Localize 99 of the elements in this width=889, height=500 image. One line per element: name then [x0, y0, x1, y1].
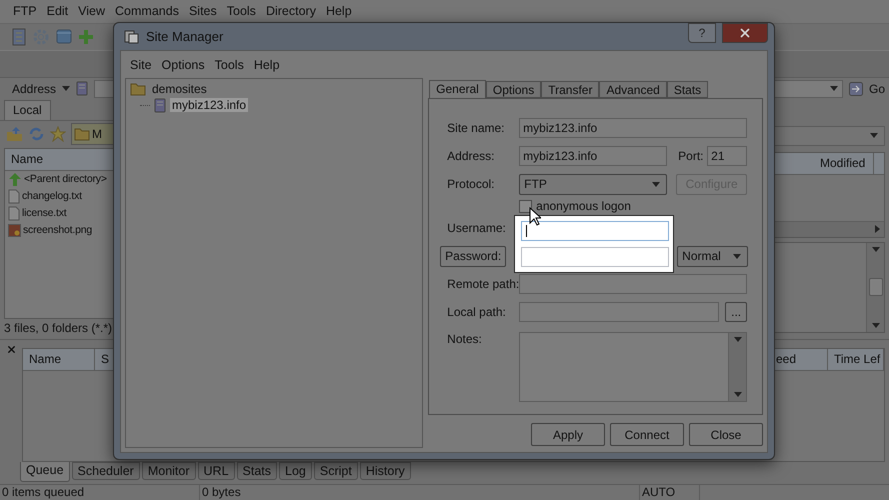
tree-item[interactable]: demosites — [150, 82, 209, 96]
notes-field[interactable] — [519, 332, 748, 402]
scrollbar-thumb[interactable] — [868, 278, 882, 296]
image-file-icon — [8, 224, 21, 237]
menu-item[interactable]: Tools — [210, 58, 249, 72]
field-label: Username: — [447, 221, 507, 235]
menu-item[interactable]: Commands — [110, 4, 184, 18]
file-name[interactable]: license.txt — [22, 207, 66, 220]
window-icon[interactable] — [56, 29, 72, 44]
file-name[interactable]: changelog.txt — [22, 190, 82, 202]
input-field[interactable] — [519, 274, 748, 294]
menu-item[interactable]: Site — [125, 58, 157, 72]
dropdown[interactable]: FTP — [519, 174, 668, 194]
status-text: 0 bytes — [200, 485, 640, 500]
field-label: Local path: — [447, 305, 507, 319]
folder-icon — [74, 127, 90, 142]
caret-icon — [830, 86, 838, 92]
caret-icon — [734, 337, 742, 342]
caret-icon — [734, 392, 742, 397]
password-field[interactable] — [521, 247, 670, 267]
menu-item[interactable]: Edit — [42, 4, 74, 18]
field-label: Remote path: — [447, 277, 520, 291]
caret-icon — [733, 254, 742, 258]
caret-icon — [872, 246, 880, 252]
dialog-button[interactable]: Connect — [610, 423, 684, 446]
field-label: Protocol: — [447, 177, 496, 191]
dropdown[interactable]: Normal — [677, 246, 748, 266]
caret-icon — [872, 322, 880, 328]
up-folder-icon[interactable] — [6, 126, 23, 142]
menu-item[interactable]: Sites — [184, 4, 222, 18]
file-name[interactable]: <Parent directory> — [24, 173, 107, 186]
panel-tab[interactable]: Scheduler — [72, 462, 140, 480]
address-label[interactable]: Address — [12, 82, 56, 96]
go-label[interactable]: Go — [868, 82, 885, 96]
menu-item[interactable]: Help — [320, 4, 357, 18]
star-icon[interactable] — [50, 126, 66, 142]
file-name[interactable]: screenshot.png — [23, 224, 92, 236]
dialog-button[interactable]: Apply — [531, 423, 605, 446]
tree-item[interactable]: mybiz123.info — [170, 98, 248, 112]
tab[interactable]: Advanced — [599, 81, 667, 98]
right-arrow-icon — [875, 225, 880, 234]
tab[interactable]: General — [429, 80, 486, 99]
browse-button[interactable]: ... — [725, 302, 748, 322]
vertical-scrollbar[interactable] — [728, 333, 746, 401]
server-icon — [154, 98, 166, 112]
tab[interactable]: Transfer — [541, 81, 600, 98]
local-tab[interactable]: Local — [4, 100, 51, 120]
input-field[interactable]: mybiz123.info — [519, 118, 748, 138]
server-icon — [76, 81, 88, 96]
panel-tab[interactable]: Script — [314, 462, 358, 480]
menu-item[interactable]: Help — [248, 58, 285, 72]
close-icon[interactable] — [6, 344, 16, 355]
menu-item[interactable]: Tools — [222, 4, 261, 18]
menu-item[interactable]: Directory — [260, 4, 321, 18]
field-label: Address: — [447, 149, 496, 163]
field-label: Notes: — [447, 332, 483, 346]
input-field[interactable]: mybiz123.info — [519, 146, 668, 166]
panel-tab[interactable]: Queue — [20, 462, 70, 482]
up-arrow-icon — [8, 172, 22, 187]
close-button[interactable] — [722, 23, 768, 43]
column-header[interactable]: Name — [23, 348, 95, 370]
panel-tab[interactable]: URL — [198, 462, 235, 480]
caret-icon — [870, 133, 878, 138]
window-title: Site Manager — [146, 29, 224, 44]
username-field[interactable] — [521, 221, 670, 241]
field-label: Port: — [678, 149, 704, 163]
close-icon — [738, 26, 752, 40]
refresh-icon[interactable] — [28, 126, 45, 142]
menu-item[interactable]: FTP — [8, 4, 42, 18]
column-header[interactable]: Time Lef — [828, 348, 884, 370]
panel-tab[interactable]: Monitor — [142, 462, 196, 480]
panel-tab[interactable]: History — [360, 462, 411, 480]
input-field[interactable] — [519, 302, 720, 322]
notepad-icon[interactable] — [12, 28, 26, 46]
caret-icon — [652, 182, 660, 186]
dialog-button[interactable]: Close — [689, 423, 763, 446]
checkbox[interactable] — [519, 200, 532, 212]
field-label: Site name: — [447, 121, 506, 135]
help-button[interactable]: ? — [688, 23, 716, 43]
menu-item[interactable]: View — [73, 4, 110, 18]
folder-icon — [130, 82, 146, 96]
site-manager-icon — [124, 28, 140, 44]
input-field[interactable]: 21 — [707, 146, 748, 166]
menu-item[interactable]: Options — [156, 58, 210, 72]
status-text: 0 items queued — [0, 485, 200, 500]
plus-icon[interactable] — [78, 28, 94, 45]
tab[interactable]: Options — [486, 81, 542, 98]
panel-tab[interactable]: Stats — [236, 462, 278, 480]
checkbox-label[interactable]: anonymous logon — [536, 199, 631, 213]
status-text: AUTO — [640, 485, 700, 500]
document-icon — [8, 188, 20, 204]
tab[interactable]: Stats — [666, 81, 708, 98]
document-icon — [8, 206, 20, 221]
password-button[interactable]: Password: — [440, 246, 506, 266]
vertical-scrollbar[interactable] — [866, 242, 884, 332]
column-header[interactable]: Modified — [814, 152, 874, 174]
panel-tab[interactable]: Log — [279, 462, 312, 480]
file-count: 3 files, 0 folders (*.*) — [4, 320, 112, 335]
caret-icon — [62, 86, 70, 92]
